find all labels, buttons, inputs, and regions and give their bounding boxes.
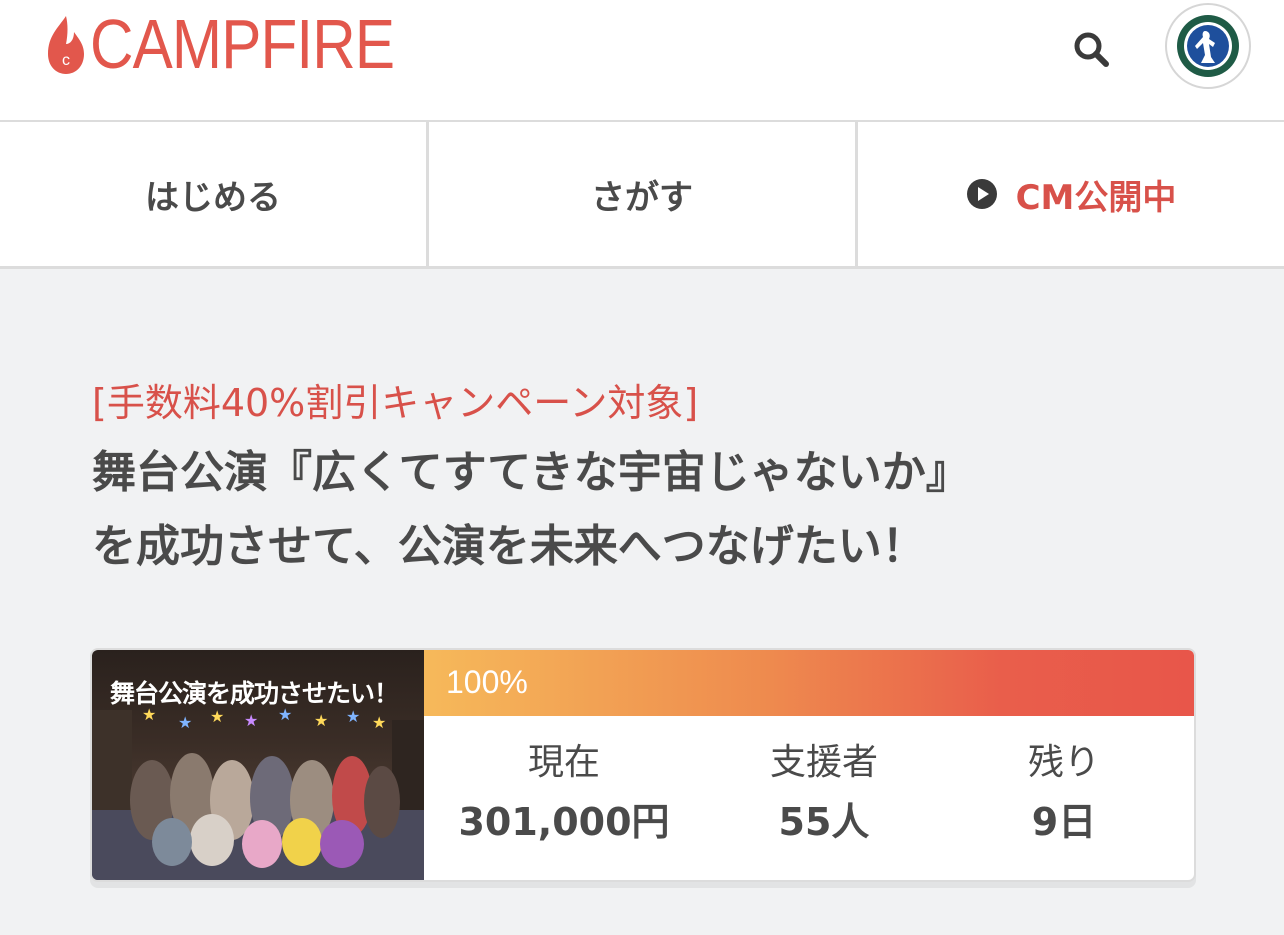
funding-card[interactable]: ★ ★ ★ ★ ★ ★ ★ ★ 舞台公演を成功させたい！ 100% 現在 301… [90, 648, 1196, 882]
nav-cm-label: CM公開中 [1015, 177, 1177, 218]
project-title[interactable]: 舞台公演『広くてすてきな宇宙じゃないか』 を成功させて、公演を未来へつなげたい！ [92, 436, 1222, 584]
thumbnail-caption: 舞台公演を成功させたい！ [110, 679, 399, 708]
logo-mark-letter: c [62, 52, 70, 69]
stat-current: 現在 301,000円 [444, 738, 684, 852]
project-title-line2: を成功させて、公演を未来へつなげたい！ [92, 521, 926, 572]
site-header: c CAMPFIRE [0, 0, 1284, 122]
project-title-line1: 舞台公演『広くてすてきな宇宙じゃないか』 [92, 447, 970, 498]
campfire-logo[interactable]: c CAMPFIRE [44, 5, 444, 83]
nav-cm[interactable]: CM公開中 [858, 122, 1284, 266]
stat-supporters-label: 支援者 [769, 742, 878, 783]
user-avatar[interactable] [1165, 3, 1251, 89]
progress-percent: 100% [446, 664, 528, 700]
nav-start-label: はじめる [145, 177, 281, 218]
nav-search-label: さがす [591, 177, 693, 218]
campaign-tag: [手数料40%割引キャンペーン対象] [92, 381, 699, 425]
stat-supporters-value: 55人 [778, 800, 870, 844]
svg-text:★: ★ [244, 711, 258, 730]
nav-start[interactable]: はじめる [0, 122, 429, 266]
main-nav: はじめる さがす CM公開中 [0, 122, 1284, 269]
logo-text: CAMPFIRE [90, 5, 395, 83]
svg-text:★: ★ [372, 713, 386, 732]
search-icon [1074, 32, 1109, 67]
stat-supporters: 支援者 55人 [704, 738, 944, 852]
stat-current-value: 301,000円 [458, 800, 670, 844]
svg-text:★: ★ [178, 713, 192, 732]
stat-remaining-value: 9日 [1031, 800, 1097, 844]
svg-text:★: ★ [314, 711, 328, 730]
stat-current-label: 現在 [527, 742, 600, 783]
stat-remaining-label: 残り [1027, 742, 1100, 783]
project-thumbnail[interactable]: ★ ★ ★ ★ ★ ★ ★ ★ 舞台公演を成功させたい！ [92, 650, 424, 880]
user-avatar-icon [1177, 15, 1239, 77]
funding-stats: 現在 301,000円 支援者 55人 残り 9日 [424, 716, 1194, 880]
search-button[interactable] [1070, 28, 1114, 72]
stat-remaining: 残り 9日 [944, 738, 1184, 852]
flame-logo-icon: c [48, 16, 84, 74]
progress-bar: 100% [424, 650, 1194, 716]
nav-search[interactable]: さがす [429, 122, 858, 266]
play-circle-icon [966, 179, 997, 209]
